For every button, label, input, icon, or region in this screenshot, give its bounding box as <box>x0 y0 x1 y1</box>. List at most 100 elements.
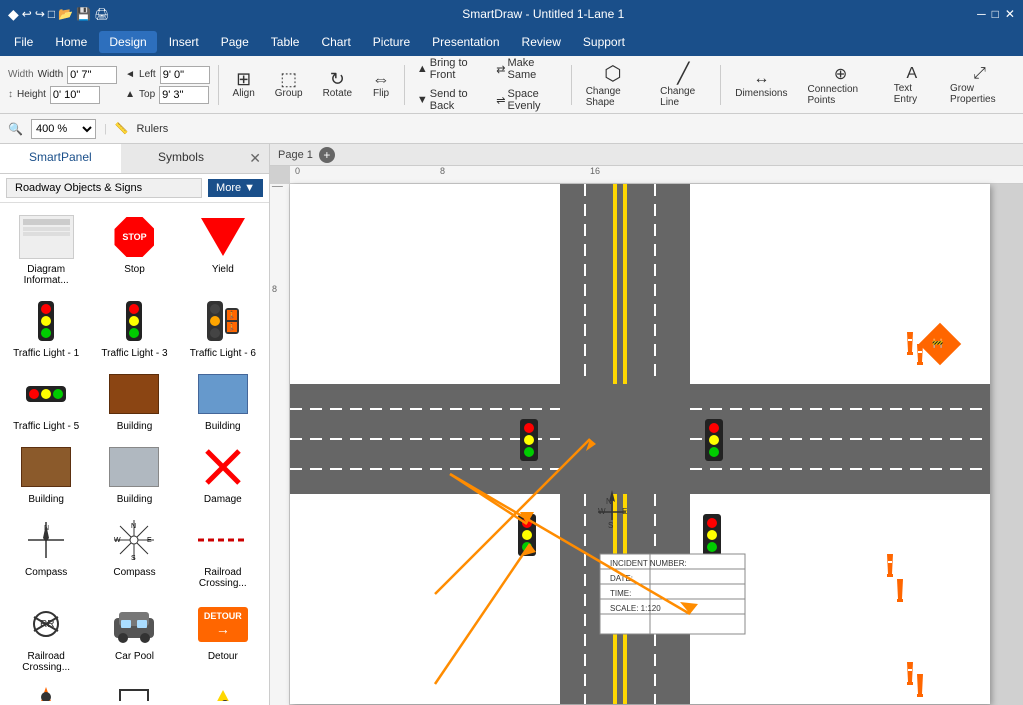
panel-close-button[interactable]: ✕ <box>241 144 269 173</box>
svg-text:E: E <box>147 537 152 544</box>
symbol-building-brown[interactable]: Building <box>92 364 176 437</box>
grow-icon: ⤢ <box>973 65 986 83</box>
send-to-back-button[interactable]: ▼ Send to Back <box>413 86 484 114</box>
symbol-yield[interactable]: YIELD Yield <box>181 207 265 291</box>
main-content: SmartPanel Symbols ✕ Roadway Objects & S… <box>0 144 1023 705</box>
symbol-traffic-light-3[interactable]: Traffic Light - 3 <box>92 291 176 364</box>
divider1 <box>218 65 219 105</box>
minimize-btn[interactable]: ─ <box>977 7 986 21</box>
dimensions-icon: ↔ <box>753 70 769 88</box>
more-button[interactable]: More ▼ <box>208 179 263 197</box>
menu-chart[interactable]: Chart <box>311 31 360 53</box>
divider4 <box>720 65 721 105</box>
group-button[interactable]: ⬚ Group <box>269 68 309 101</box>
connection-icon: ⊕ <box>834 64 847 84</box>
symbol-row-1: Diagram Informat... STOP Stop <box>4 207 265 291</box>
window-controls: ─ □ ✕ <box>977 7 1015 21</box>
symbol-railroad2[interactable]: RR Railroad Crossing... <box>4 594 88 678</box>
dimensions-button[interactable]: ↔ Dimensions <box>729 68 793 101</box>
order-group: ▲ Bring to Front ▼ Send to Back <box>413 55 484 114</box>
width-input[interactable] <box>67 66 117 84</box>
panel-header: Roadway Objects & Signs More ▼ <box>0 174 269 203</box>
svg-text:N: N <box>131 523 136 530</box>
menworking-icon <box>203 688 243 701</box>
flagman-icon <box>26 683 66 701</box>
drawing-canvas[interactable]: ↩ ↩ ↩ ↩ 🚧 <box>290 184 990 704</box>
smartpanel-tab[interactable]: SmartPanel <box>0 144 121 173</box>
menu-page[interactable]: Page <box>211 31 259 53</box>
change-line-button[interactable]: ╱ Change Line <box>654 59 712 110</box>
change-line-icon: ╱ <box>677 61 689 86</box>
menu-support[interactable]: Support <box>573 31 635 53</box>
symbol-scroll-area[interactable]: Diagram Informat... STOP Stop <box>4 207 265 701</box>
symbol-building-gray[interactable]: Building <box>92 437 176 510</box>
add-page-button[interactable]: + <box>319 147 335 163</box>
carpool-icon <box>109 604 159 644</box>
rotate-button[interactable]: ↻ Rotate <box>317 68 358 101</box>
yield-sign-icon <box>201 218 245 256</box>
height-input[interactable] <box>50 86 100 104</box>
text-entry-button[interactable]: A Text Entry <box>888 63 936 107</box>
symbol-row-7: Flag Man Ahead High Shield <box>4 678 265 701</box>
bring-to-front-button[interactable]: ▲ Bring to Front <box>413 55 484 83</box>
new-icon[interactable]: □ <box>48 7 55 21</box>
symbol-compass2[interactable]: N S W E Compass <box>92 510 176 594</box>
window-title: SmartDraw - Untitled 1-Lane 1 <box>462 7 624 21</box>
canvas-with-ruler: │ 8 <box>270 184 1023 705</box>
flip-button[interactable]: ⇔ Flip <box>366 68 396 101</box>
symbol-flagman[interactable]: Flag Man Ahead <box>4 678 88 701</box>
rulers-label[interactable]: Rulers <box>137 123 169 135</box>
align-icon: ⊞ <box>236 70 251 88</box>
category-button[interactable]: Roadway Objects & Signs <box>6 178 202 198</box>
symbol-railroad[interactable]: Railroad Crossing... <box>181 510 265 594</box>
symbol-compass[interactable]: N Compass <box>4 510 88 594</box>
menu-file[interactable]: File <box>4 31 43 53</box>
svg-text:SCALE: 1:120: SCALE: 1:120 <box>610 604 661 613</box>
align-button[interactable]: ⊞ Align <box>227 68 261 101</box>
svg-text:TIME:: TIME: <box>610 589 631 598</box>
left-label: Left <box>139 69 156 80</box>
close-btn[interactable]: ✕ <box>1005 7 1015 21</box>
symbol-traffic-light-6[interactable]: 🚶 🚶 Traffic Light - 6 <box>181 291 265 364</box>
dropdown-arrow-icon: ▼ <box>244 182 255 194</box>
symbol-building-blue[interactable]: Building <box>181 364 265 437</box>
svg-text:↩: ↩ <box>751 333 774 364</box>
symbol-traffic-light-5[interactable]: Traffic Light - 5 <box>4 364 88 437</box>
space-evenly-button[interactable]: ⇌ Space Evenly <box>492 86 563 114</box>
menu-insert[interactable]: Insert <box>159 31 209 53</box>
zoom-select[interactable]: 400 % 200 % 100 % 75 % 50 % <box>31 119 96 139</box>
symbols-tab[interactable]: Symbols <box>121 144 242 173</box>
svg-text:W: W <box>114 537 121 544</box>
maximize-btn[interactable]: □ <box>992 7 999 21</box>
svg-text:RR: RR <box>40 619 54 630</box>
open-icon[interactable]: 📂 <box>58 7 73 21</box>
menu-home[interactable]: Home <box>45 31 97 53</box>
symbol-diagram-info[interactable]: Diagram Informat... <box>4 207 88 291</box>
undo-icon[interactable]: ↩ <box>22 7 32 21</box>
change-shape-button[interactable]: ⬡ Change Shape <box>580 59 646 110</box>
top-input[interactable] <box>159 86 209 104</box>
print-icon[interactable]: 🖨 <box>94 7 109 21</box>
yield-sign-inner <box>185 207 217 211</box>
symbol-damage[interactable]: Damage <box>181 437 265 510</box>
redo-icon[interactable]: ↪ <box>35 7 45 21</box>
symbol-stop[interactable]: STOP Stop <box>92 207 176 291</box>
symbol-menworking[interactable]: Men Working <box>181 678 265 701</box>
left-input[interactable] <box>160 66 210 84</box>
menu-design[interactable]: Design <box>99 31 156 53</box>
symbol-traffic-light-1[interactable]: Traffic Light - 1 <box>4 291 88 364</box>
connection-points-button[interactable]: ⊕ Connection Points <box>801 62 879 108</box>
menu-picture[interactable]: Picture <box>363 31 420 53</box>
grow-properties-button[interactable]: ⤢ Grow Properties <box>944 63 1015 107</box>
menu-presentation[interactable]: Presentation <box>422 31 509 53</box>
menu-table[interactable]: Table <box>261 31 310 53</box>
traffic-light-5-icon <box>26 386 66 402</box>
symbol-detour[interactable]: DETOUR → Detour <box>181 594 265 678</box>
menu-review[interactable]: Review <box>512 31 571 53</box>
symbol-building-brown2[interactable]: Building <box>4 437 88 510</box>
symbol-highshield[interactable]: High Shield <box>92 678 176 701</box>
canvas-area[interactable]: Page 1 + 0 8 16 │ 8 <box>270 144 1023 705</box>
symbol-carpool[interactable]: Car Pool <box>92 594 176 678</box>
make-same-button[interactable]: ⇄ Make Same <box>492 55 563 83</box>
save-icon[interactable]: 💾 <box>76 7 91 21</box>
